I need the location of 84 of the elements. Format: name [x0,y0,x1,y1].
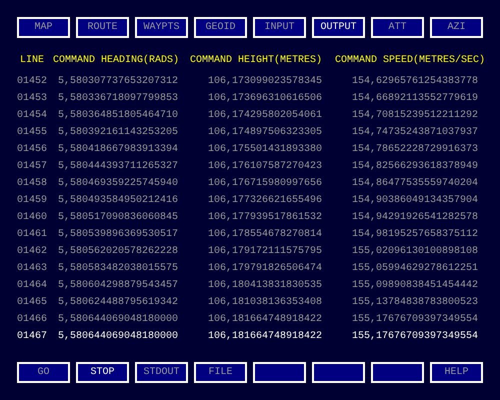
table-cell-text: 5,580539896369530517 [58,228,180,242]
table-cell-text: 5,580307737653207312 [58,75,180,89]
table-cell-text: 5,580418667983913394 [58,143,180,157]
table-cell-text: 5,580444393711265327 [58,160,180,174]
table-cell-text: 01466 [17,313,48,327]
table-cell-text: 106,175501431893380 [208,143,324,157]
table-cell-text: 155,02096130100898108 [352,245,480,259]
table-cell-text: 01453 [17,92,48,106]
table-cell-text: 106,181664748918422 [208,330,324,344]
command-button[interactable]: STOP [76,362,129,383]
column-header: COMMAND HEIGHT(METRES) [190,54,324,68]
table-cell-text: 5,580624488795619342 [58,296,180,310]
table-cell-text: 5,580583482038015575 [58,262,180,276]
table-cell-text: 01462 [17,245,48,259]
table-cell-text: 155,17676709397349554 [352,330,480,344]
table-cell-text: 5,580562020578262228 [58,245,180,259]
command-button[interactable]: FILE [194,362,247,383]
table-cell-text: 5,580644069048180000 [58,330,180,344]
table-cell-text: 106,179791826506474 [208,262,324,276]
table-cell-text: 106,181664748918422 [208,313,324,327]
table-cell-text: 154,74735243871037937 [352,126,480,140]
table-cell-text: 01456 [17,143,48,157]
tab[interactable]: ATT [371,17,424,38]
table-cell-text: 155,05994629278612251 [352,262,480,276]
tab[interactable]: MAP [17,17,70,38]
table-cell-text: 01454 [17,109,48,123]
table-cell-text: 01464 [17,279,48,293]
blank-button[interactable] [253,362,306,383]
table-cell-text: 154,86477535559740204 [352,177,480,191]
tab[interactable]: ROUTE [76,17,129,38]
tab[interactable]: AZI [430,17,483,38]
table-cell-text: 106,174295802054061 [208,109,324,123]
table-cell-text: 5,580336718097799853 [58,92,180,106]
table-cell-text: 01461 [17,228,48,242]
table-cell-text: 5,580604298879543457 [58,279,180,293]
column-header: COMMAND HEADING(RADS) [53,54,180,68]
table-cell-text: 106,176107587270423 [208,160,324,174]
tab[interactable]: GEOID [194,17,247,38]
table-cell-text: 106,176715980997656 [208,177,324,191]
table-cell-text: 155,17676709397349554 [352,313,480,327]
table-cell-text: 154,78652228729916373 [352,143,480,157]
table-cell-text: 154,70815239512211292 [352,109,480,123]
table-cell-text: 106,173099023578345 [208,75,324,89]
table-cell-text: 5,580392161143253205 [58,126,180,140]
table-cell-text: 154,90386049134357904 [352,194,480,208]
table-cell-text: 01467 [17,330,48,344]
table-cell-text: 5,580364851805464710 [58,109,180,123]
blank-button[interactable] [371,362,424,383]
table-cell-text: 155,09890838451454442 [352,279,480,293]
table-cell-text: 154,62965761254383778 [352,75,480,89]
table-cell-text: 106,178554678270814 [208,228,324,242]
table-cell-text: 106,174897506323305 [208,126,324,140]
tab[interactable]: WAYPTS [135,17,188,38]
column-header: LINE [20,54,46,68]
table-cell-text: 5,580517090836060845 [58,211,180,225]
table-cell-text: 01457 [17,160,48,174]
table-cell-text: 01452 [17,75,48,89]
table-cell-text: 106,177326621655496 [208,194,324,208]
command-button[interactable]: GO [17,362,70,383]
table-cell-text: 01465 [17,296,48,310]
table-cell-text: 01463 [17,262,48,276]
table-cell-text: 106,173696310616506 [208,92,324,106]
table-cell-text: 01460 [17,211,48,225]
table-cell-text: 01458 [17,177,48,191]
tab[interactable]: INPUT [253,17,306,38]
table-cell-text: 5,580469359225745940 [58,177,180,191]
table-cell-text: 5,580644069048180000 [58,313,180,327]
table-cell-text: 154,66892113552779619 [352,92,480,106]
command-button[interactable]: HELP [430,362,483,383]
table-cell-text: 106,180413831830535 [208,279,324,293]
table-cell-text: 01459 [17,194,48,208]
table-cell-text: 154,94291926541282578 [352,211,480,225]
table-cell-text: 01455 [17,126,48,140]
table-cell-text: 5,580493584950212416 [58,194,180,208]
table-cell-text: 106,177939517861532 [208,211,324,225]
blank-button[interactable] [312,362,365,383]
table-cell-text: 154,98195257658375112 [352,228,480,242]
column-header: COMMAND SPEED(METRES/SEC) [335,54,485,68]
table-cell-text: 106,179172111575795 [208,245,324,259]
tab[interactable]: OUTPUT [312,17,365,38]
command-button[interactable]: STDOUT [135,362,188,383]
table-cell-text: 154,82566293618378949 [352,160,480,174]
table-cell-text: 106,181038136353408 [208,296,324,310]
table-cell-text: 155,13784838783800523 [352,296,480,310]
